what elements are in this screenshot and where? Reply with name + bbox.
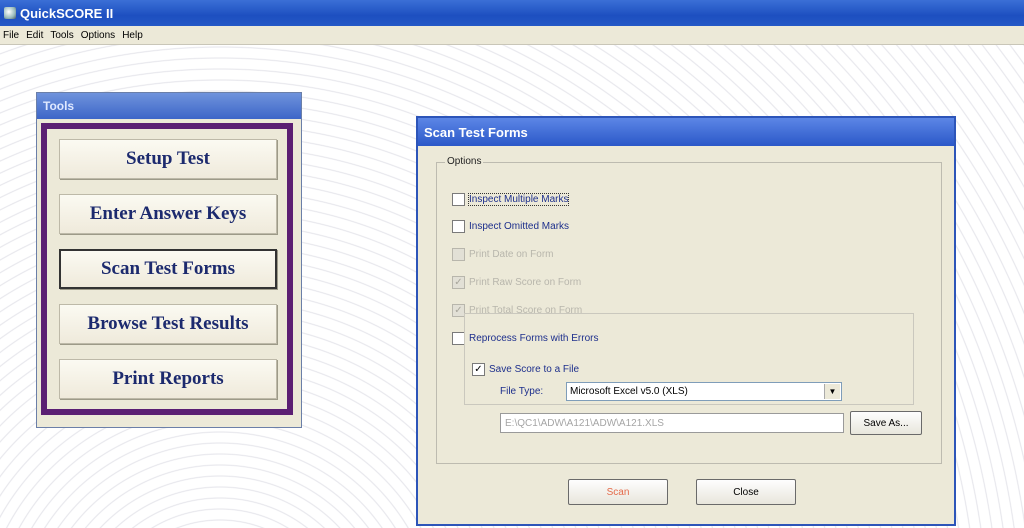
menu-tools[interactable]: Tools	[50, 30, 73, 41]
chevron-down-icon[interactable]: ▼	[824, 384, 840, 399]
inspect-omitted-marks-checkbox[interactable]: Inspect Omitted Marks	[452, 218, 569, 234]
print-raw-score-checkbox[interactable]: ✓ Print Raw Score on Form	[452, 274, 581, 290]
enter-answer-keys-button[interactable]: Enter Answer Keys	[59, 194, 277, 234]
file-type-select[interactable]: Microsoft Excel v5.0 (XLS) ▼	[566, 382, 842, 401]
window-title: QuickSCORE II	[20, 5, 114, 21]
menu-bar: File Edit Tools Options Help	[0, 26, 1024, 45]
close-button[interactable]: Close	[696, 479, 796, 505]
inspect-multiple-marks-checkbox[interactable]: Inspect Multiple Marks	[452, 191, 570, 207]
checkbox-label: Inspect Multiple Marks	[467, 192, 570, 206]
checkbox-box[interactable]: ✓	[452, 275, 465, 289]
menu-options[interactable]: Options	[81, 30, 115, 41]
menu-file[interactable]: File	[3, 30, 19, 41]
checkbox-label: Save Score to a File	[489, 363, 580, 375]
app-icon	[4, 7, 16, 19]
file-type-label: File Type:	[500, 386, 544, 397]
menu-edit[interactable]: Edit	[26, 30, 43, 41]
tools-button-frame: Setup Test Enter Answer Keys Scan Test F…	[41, 123, 293, 415]
checkbox-box[interactable]	[452, 247, 465, 261]
file-type-value: Microsoft Excel v5.0 (XLS)	[570, 386, 688, 397]
options-group-label: Options	[445, 156, 484, 167]
setup-test-button[interactable]: Setup Test	[59, 139, 277, 179]
checkbox-label: Print Raw Score on Form	[469, 276, 582, 288]
window-title-bar: QuickSCORE II	[0, 0, 1024, 26]
checkbox-box[interactable]	[452, 192, 465, 206]
checkbox-label: Print Date on Form	[469, 248, 554, 260]
checkbox-box[interactable]: ✓	[472, 362, 485, 376]
dialog-title: Scan Test Forms	[418, 118, 954, 146]
scan-test-forms-dialog: Scan Test Forms Options Inspect Multiple…	[416, 116, 956, 526]
checkbox-label: Inspect Omitted Marks	[469, 220, 570, 232]
save-score-checkbox[interactable]: ✓ Save Score to a File	[472, 361, 579, 377]
print-reports-button[interactable]: Print Reports	[59, 359, 277, 399]
file-path-field[interactable]: E:\QC1\ADW\A121\ADW\A121.XLS	[500, 413, 844, 433]
save-as-button[interactable]: Save As...	[850, 411, 922, 435]
browse-test-results-button[interactable]: Browse Test Results	[59, 304, 277, 344]
tools-palette: Tools Setup Test Enter Answer Keys Scan …	[36, 92, 302, 428]
print-date-checkbox[interactable]: Print Date on Form	[452, 246, 553, 262]
scan-test-forms-button[interactable]: Scan Test Forms	[59, 249, 277, 289]
menu-help[interactable]: Help	[122, 30, 143, 41]
checkbox-box[interactable]	[452, 219, 465, 233]
scan-button[interactable]: Scan	[568, 479, 668, 505]
tools-palette-title: Tools	[37, 93, 301, 119]
